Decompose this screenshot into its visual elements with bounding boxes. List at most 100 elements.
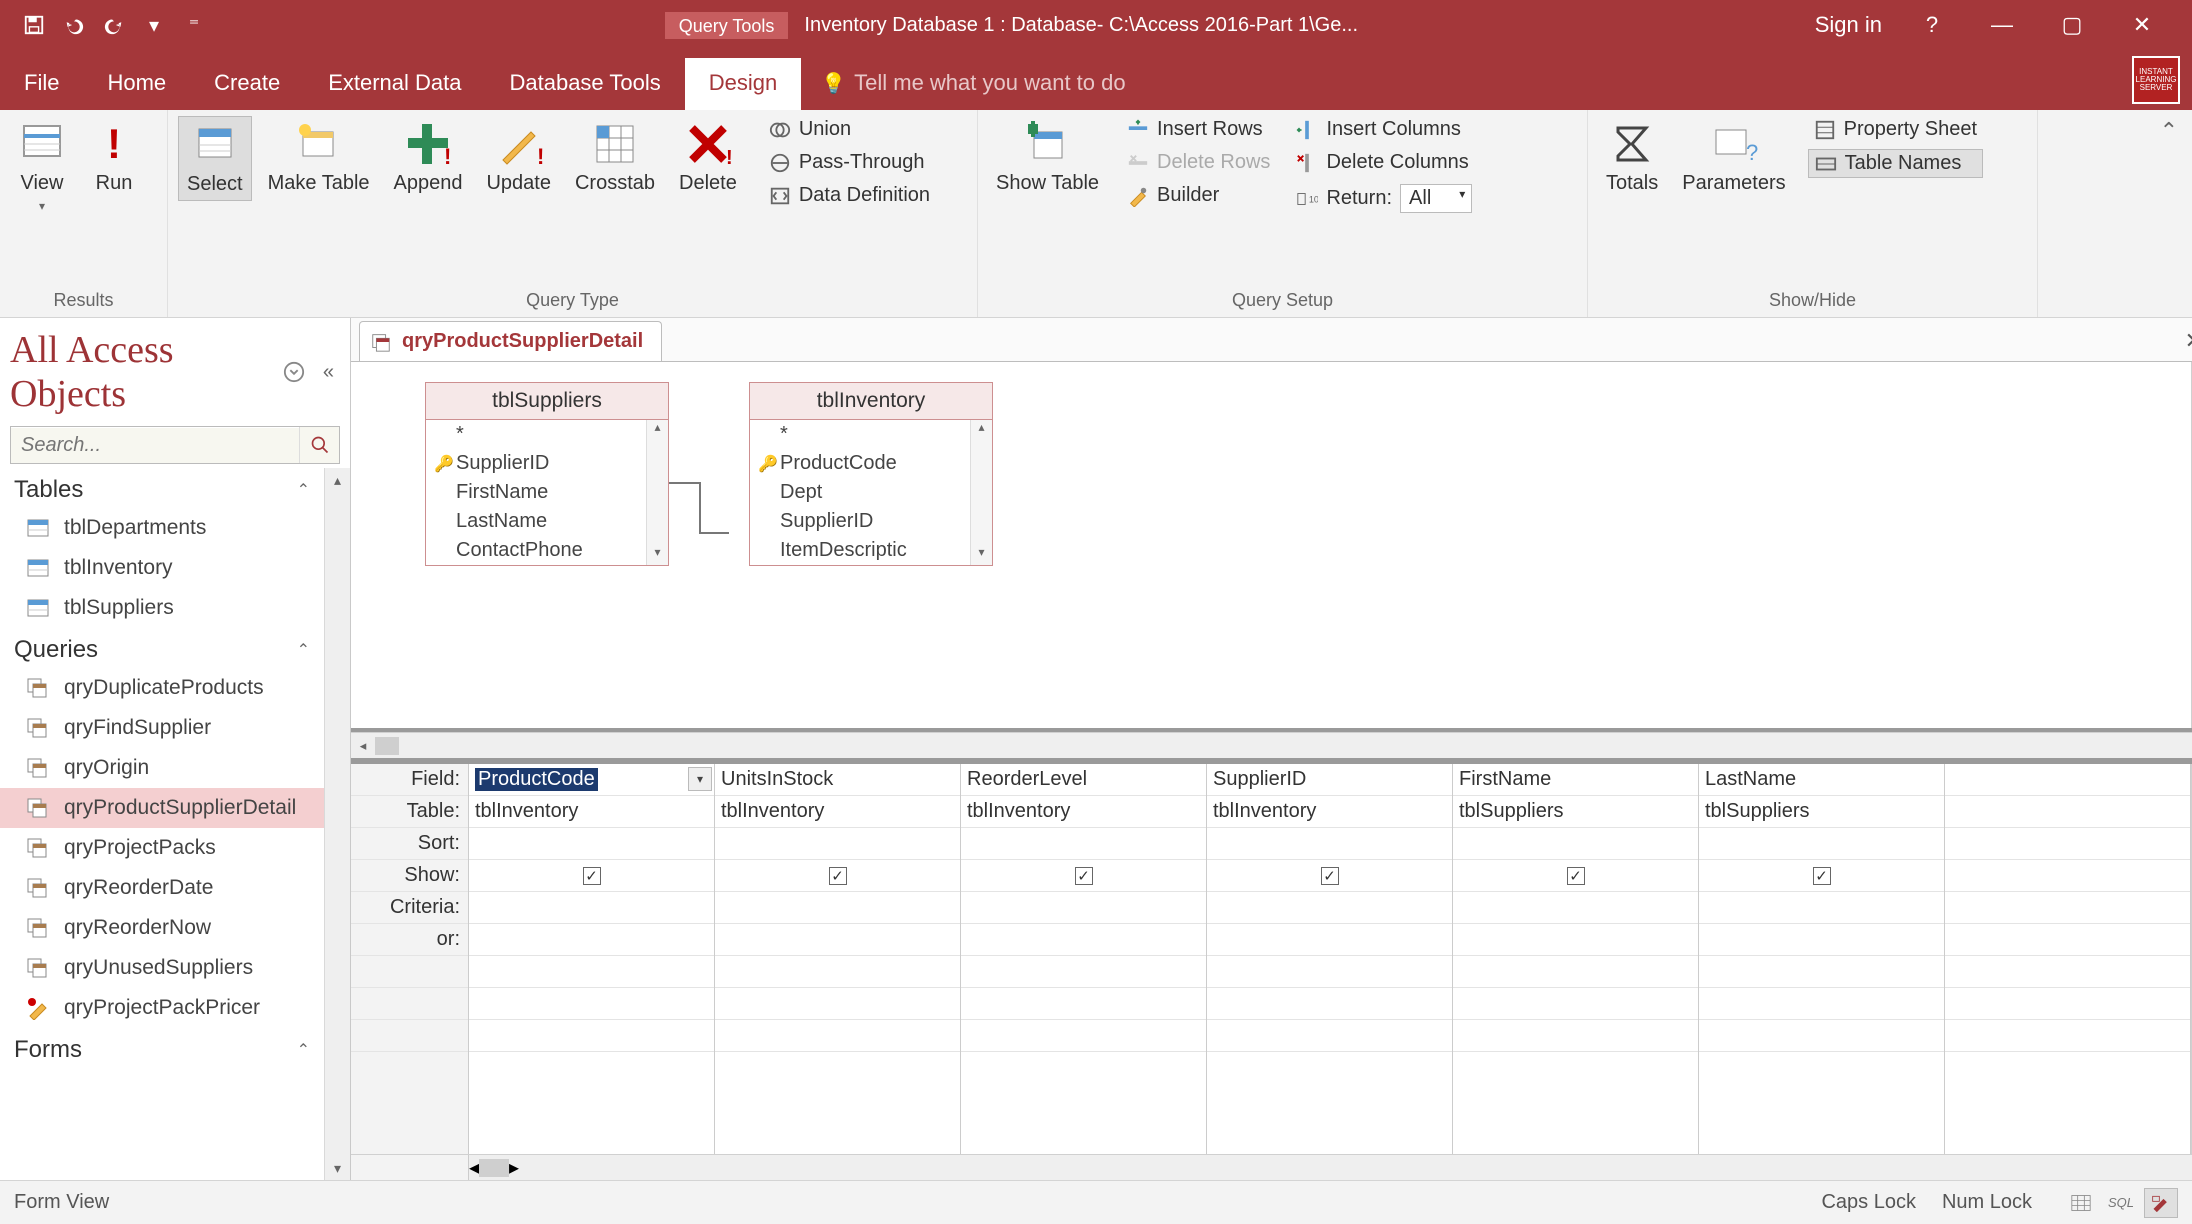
- table-field[interactable]: *: [426, 420, 668, 449]
- qbe-criteria-cell[interactable]: [961, 892, 1206, 924]
- undo-icon[interactable]: [60, 11, 88, 39]
- close-button[interactable]: ✕: [2122, 5, 2162, 45]
- union-button[interactable]: Union: [763, 116, 936, 143]
- qbe-or-cell[interactable]: [469, 924, 714, 956]
- checkbox-icon[interactable]: ✓: [1321, 867, 1339, 885]
- return-select[interactable]: 10 Return: All▾: [1290, 182, 1478, 215]
- nav-query-item[interactable]: qryFindSupplier: [0, 708, 324, 748]
- table-box[interactable]: tblSuppliers *🔑SupplierIDFirstNameLastNa…: [425, 382, 669, 566]
- update-button[interactable]: ! Update: [478, 116, 559, 199]
- qbe-field-cell[interactable]: SupplierID: [1207, 764, 1452, 796]
- nav-query-item[interactable]: qryReorderNow: [0, 908, 324, 948]
- qbe-table-cell[interactable]: tblSuppliers: [1453, 796, 1698, 828]
- qbe-table-cell[interactable]: tblInventory: [961, 796, 1206, 828]
- qbe-show-cell[interactable]: ✓: [1453, 860, 1698, 892]
- table-field[interactable]: ContactPhone: [426, 536, 668, 565]
- qbe-or-cell[interactable]: [1453, 924, 1698, 956]
- sql-view-button[interactable]: SQL: [2104, 1188, 2138, 1218]
- qbe-field-cell[interactable]: ProductCode▾: [469, 764, 714, 796]
- table-field[interactable]: 🔑ProductCode: [750, 449, 992, 478]
- nav-query-item[interactable]: qryProjectPacks: [0, 828, 324, 868]
- qbe-criteria-cell[interactable]: [1453, 892, 1698, 924]
- qbe-table-cell[interactable]: tblSuppliers: [1699, 796, 1944, 828]
- qbe-show-cell[interactable]: ✓: [715, 860, 960, 892]
- qbe-criteria-cell[interactable]: [715, 892, 960, 924]
- qbe-show-cell[interactable]: ✓: [1699, 860, 1944, 892]
- qbe-or-cell[interactable]: [961, 924, 1206, 956]
- nav-query-item[interactable]: qryReorderDate: [0, 868, 324, 908]
- datasheet-view-button[interactable]: [2064, 1188, 2098, 1218]
- tab-external-data[interactable]: External Data: [304, 58, 485, 110]
- qbe-hscroll[interactable]: ◂ ▸: [351, 1154, 2192, 1180]
- qbe-show-cell[interactable]: ✓: [1207, 860, 1452, 892]
- qbe-or-cell[interactable]: [715, 924, 960, 956]
- redo-icon[interactable]: [100, 11, 128, 39]
- tab-design[interactable]: Design: [685, 58, 801, 110]
- nav-query-item[interactable]: qryProjectPackPricer: [0, 988, 324, 1028]
- qbe-criteria-cell[interactable]: [1699, 892, 1944, 924]
- table-field[interactable]: FirstName: [426, 478, 668, 507]
- totals-button[interactable]: Totals: [1598, 116, 1666, 199]
- nav-query-item[interactable]: qryUnusedSuppliers: [0, 948, 324, 988]
- checkbox-icon[interactable]: ✓: [1813, 867, 1831, 885]
- builder-button[interactable]: Builder: [1121, 182, 1276, 209]
- qbe-table-cell[interactable]: tblInventory: [1207, 796, 1452, 828]
- nav-filter-icon[interactable]: [283, 361, 305, 383]
- qbe-sort-cell[interactable]: [1453, 828, 1698, 860]
- qbe-sort-cell[interactable]: [961, 828, 1206, 860]
- table-field[interactable]: 🔑SupplierID: [426, 449, 668, 478]
- nav-collapse-icon[interactable]: «: [323, 361, 334, 384]
- scroll-up-icon[interactable]: ▴: [325, 468, 350, 492]
- nav-group-header[interactable]: Forms⌃: [0, 1028, 324, 1068]
- close-tab-button[interactable]: ✕: [2185, 328, 2192, 354]
- insert-rows-button[interactable]: Insert Rows: [1121, 116, 1276, 143]
- qbe-sort-cell[interactable]: [1699, 828, 1944, 860]
- sign-in-link[interactable]: Sign in: [1815, 12, 1882, 38]
- nav-query-item[interactable]: qryDuplicateProducts: [0, 668, 324, 708]
- qat-icon[interactable]: ▾: [140, 11, 168, 39]
- run-button[interactable]: ! Run: [82, 116, 146, 199]
- save-icon[interactable]: [20, 11, 48, 39]
- checkbox-icon[interactable]: ✓: [1075, 867, 1093, 885]
- dropdown-icon[interactable]: ▾: [688, 767, 712, 791]
- qbe-sort-cell[interactable]: [1207, 828, 1452, 860]
- show-table-button[interactable]: Show Table: [988, 116, 1107, 198]
- design-view-button[interactable]: [2144, 1188, 2178, 1218]
- append-button[interactable]: ! Append: [386, 116, 471, 199]
- tab-database-tools[interactable]: Database Tools: [485, 58, 684, 110]
- table-field[interactable]: Dept: [750, 478, 992, 507]
- crosstab-button[interactable]: Crosstab: [567, 116, 663, 199]
- minimize-button[interactable]: —: [1982, 5, 2022, 45]
- qbe-show-cell[interactable]: ✓: [961, 860, 1206, 892]
- qbe-field-cell[interactable]: LastName: [1699, 764, 1944, 796]
- object-tab[interactable]: qryProductSupplierDetail: [359, 321, 662, 361]
- nav-query-item[interactable]: qryOrigin: [0, 748, 324, 788]
- delete-columns-button[interactable]: Delete Columns: [1290, 149, 1478, 176]
- qbe-sort-cell[interactable]: [469, 828, 714, 860]
- nav-query-item[interactable]: qryProductSupplierDetail: [0, 788, 324, 828]
- nav-group-header[interactable]: Tables⌃: [0, 468, 324, 508]
- delete-rows-button[interactable]: Delete Rows: [1121, 149, 1276, 176]
- parameters-button[interactable]: ? Parameters: [1674, 116, 1793, 199]
- scroll-left-icon[interactable]: ◂: [469, 1155, 479, 1180]
- search-icon[interactable]: [299, 427, 339, 463]
- qbe-criteria-cell[interactable]: [469, 892, 714, 924]
- scroll-left-icon[interactable]: ◂: [351, 738, 375, 754]
- table-field[interactable]: *: [750, 420, 992, 449]
- nav-table-item[interactable]: tblDepartments: [0, 508, 324, 548]
- qat-customize-icon[interactable]: ⁼: [180, 11, 208, 39]
- table-box[interactable]: tblInventory *🔑ProductCodeDeptSupplierID…: [749, 382, 993, 566]
- diagram-hscroll[interactable]: ◂ ▸: [351, 732, 2192, 758]
- select-query-button[interactable]: Select: [178, 116, 252, 201]
- table-field[interactable]: SupplierID: [750, 507, 992, 536]
- property-sheet-button[interactable]: Property Sheet: [1808, 116, 1983, 143]
- return-dropdown[interactable]: All▾: [1400, 184, 1472, 213]
- checkbox-icon[interactable]: ✓: [1567, 867, 1585, 885]
- tell-me-search[interactable]: 💡 Tell me what you want to do: [801, 70, 1145, 110]
- qbe-field-cell[interactable]: FirstName: [1453, 764, 1698, 796]
- qbe-field-cell[interactable]: UnitsInStock: [715, 764, 960, 796]
- insert-columns-button[interactable]: Insert Columns: [1290, 116, 1478, 143]
- qbe-table-cell[interactable]: tblInventory: [715, 796, 960, 828]
- checkbox-icon[interactable]: ✓: [829, 867, 847, 885]
- qbe-show-cell[interactable]: ✓: [469, 860, 714, 892]
